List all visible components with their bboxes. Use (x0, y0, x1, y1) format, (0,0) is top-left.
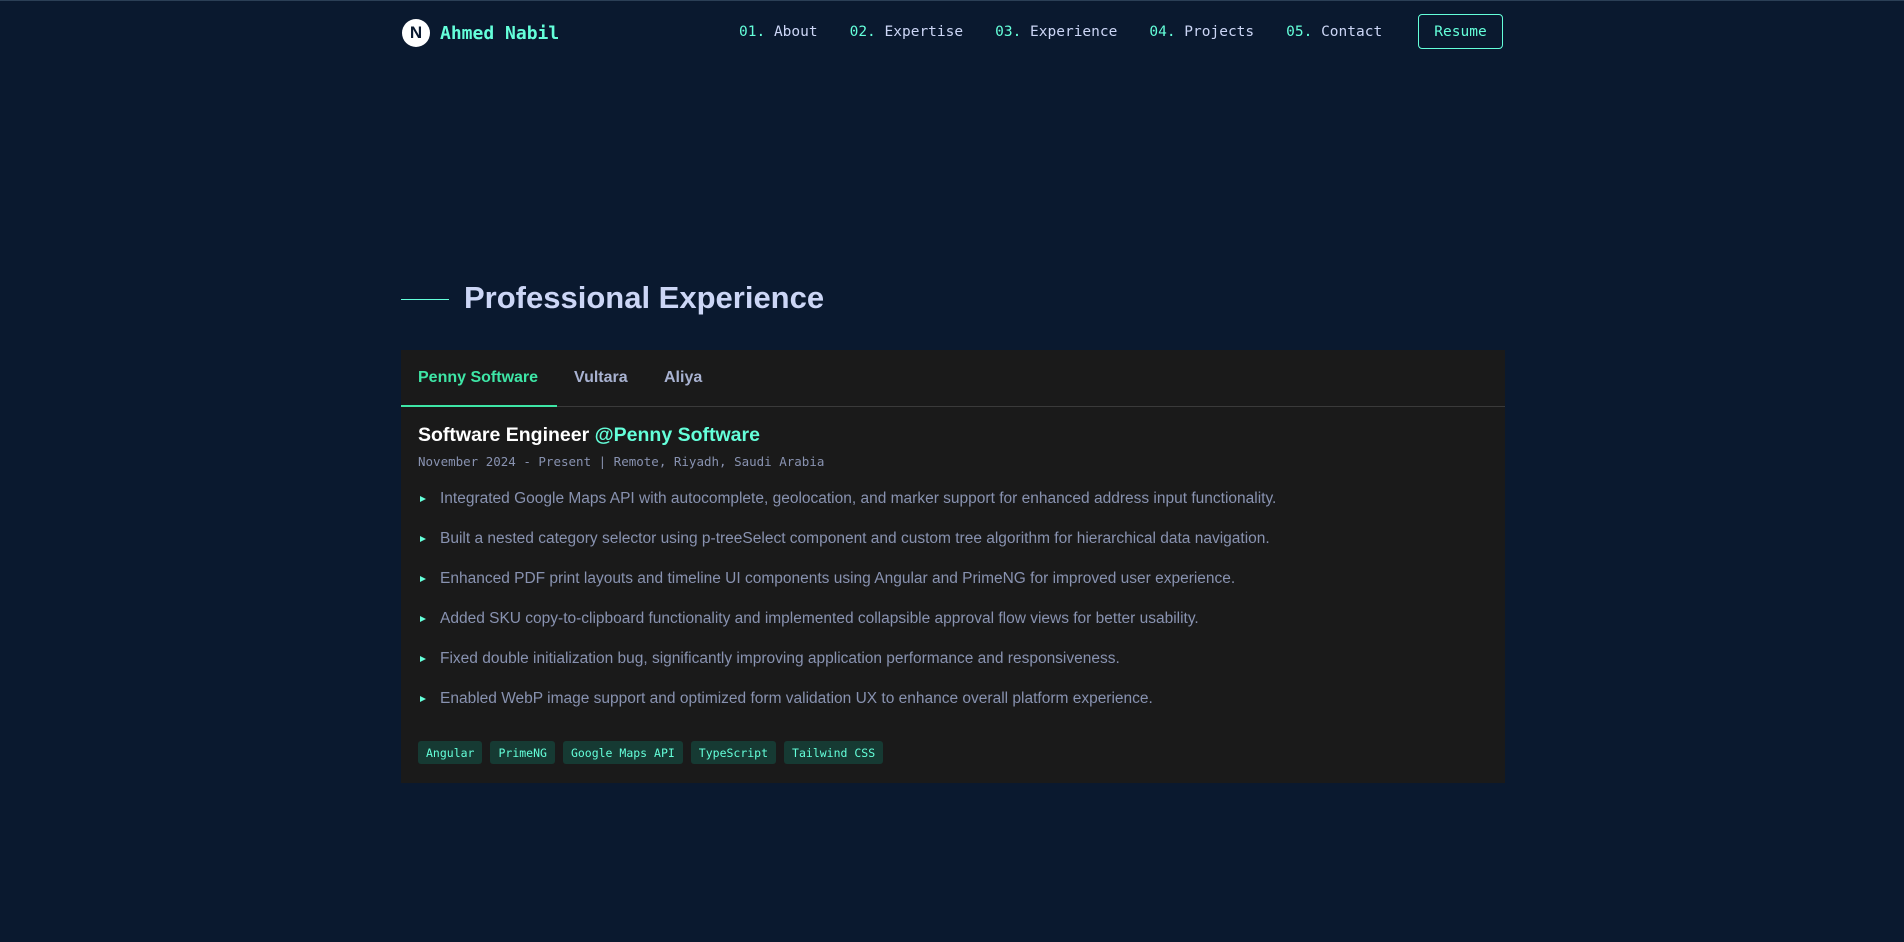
triangle-bullet-icon (420, 576, 426, 582)
section-title-line (401, 299, 449, 300)
nav-links: 01. About 02. Expertise 03. Experience 0… (739, 24, 1414, 40)
tech-tag: Google Maps API (562, 741, 683, 764)
brand-name: Ahmed Nabil (440, 22, 560, 44)
tech-tag: Tailwind CSS (784, 741, 884, 764)
experience-card: Penny Software Vultara Aliya Software En… (401, 350, 1505, 783)
job-title: Software Engineer @Penny Software (418, 424, 760, 447)
triangle-bullet-icon (420, 696, 426, 702)
tech-tag: Angular (418, 741, 483, 764)
top-border (0, 0, 1904, 1)
tab-penny-software[interactable]: Penny Software (418, 350, 538, 406)
section-title: Professional Experience (464, 280, 825, 315)
tech-tag: PrimeNG (490, 741, 555, 764)
brand[interactable]: N Ahmed Nabil (402, 19, 559, 47)
job-meta: November 2024 - Present | Remote, Riyadh… (418, 454, 825, 469)
resume-button[interactable]: Resume (1418, 14, 1503, 49)
nav-link-experience[interactable]: 03. Experience (995, 24, 1117, 40)
nav-link-expertise[interactable]: 02. Expertise (850, 24, 964, 40)
nav-link-about[interactable]: 01. About (739, 24, 818, 40)
nav-link-projects[interactable]: 04. Projects (1149, 24, 1254, 40)
active-tab-indicator (401, 405, 557, 407)
tech-tag: TypeScript (690, 741, 777, 764)
tab-vultara[interactable]: Vultara (574, 350, 628, 406)
triangle-bullet-icon (420, 496, 426, 502)
nav-link-contact[interactable]: 05. Contact (1286, 24, 1382, 40)
tech-tags: Angular PrimeNG Google Maps API TypeScri… (418, 741, 891, 764)
top-nav: N Ahmed Nabil 01. About 02. Expertise 03… (402, 14, 1505, 52)
logo-icon: N (402, 19, 430, 47)
company-tabs: Penny Software Vultara Aliya (401, 350, 1505, 407)
triangle-bullet-icon (420, 536, 426, 542)
triangle-bullet-icon (420, 656, 426, 662)
job-company[interactable]: @Penny Software (595, 424, 760, 446)
job-role: Software Engineer (418, 424, 590, 446)
tab-aliya[interactable]: Aliya (664, 350, 702, 406)
triangle-bullet-icon (420, 616, 426, 622)
